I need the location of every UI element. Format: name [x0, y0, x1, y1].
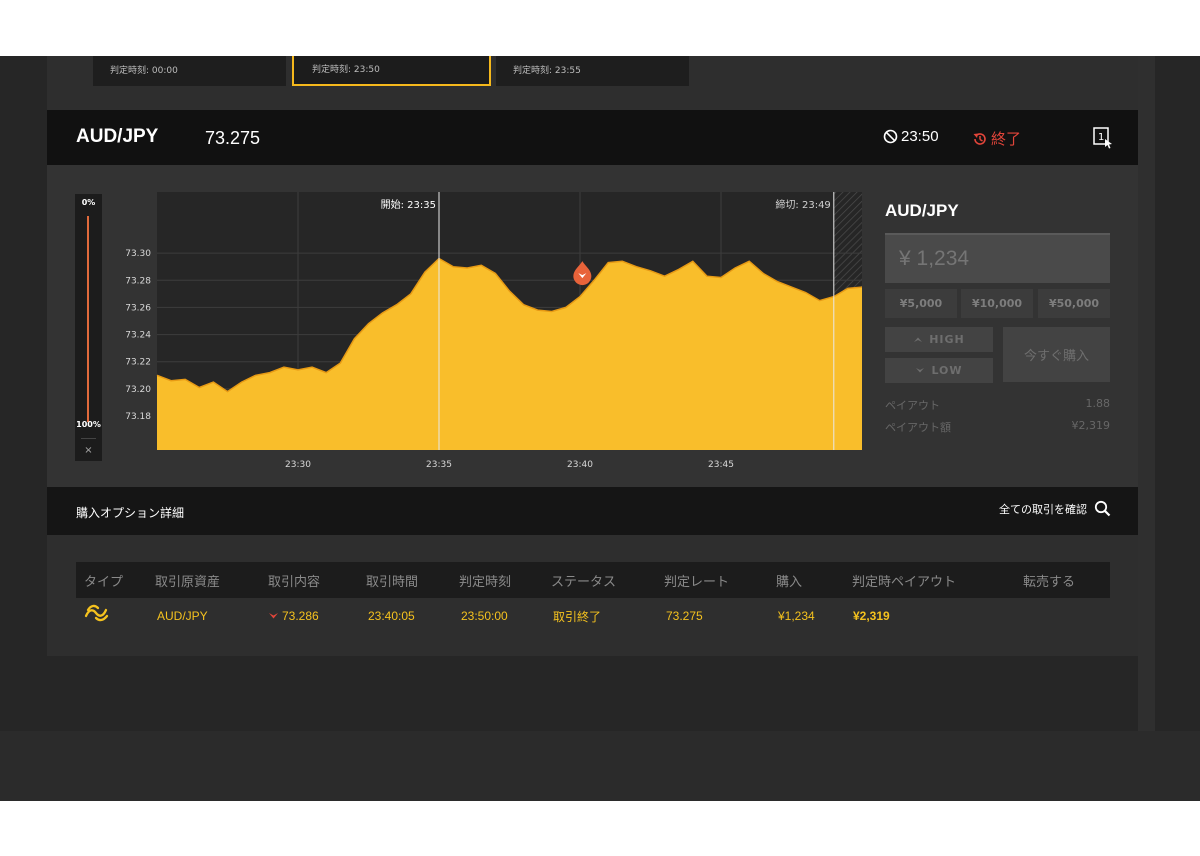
col-purchase: 購入 [776, 574, 803, 590]
progress-start-label: 0% [81, 198, 96, 207]
col-trade-time: 取引時間 [366, 574, 419, 590]
start-label: 開始: 23:35 [381, 198, 436, 211]
y-tick-label: 73.22 [125, 358, 151, 368]
purchase-details-bar: 購入オプション詳細 全ての取引を確認 [47, 487, 1138, 535]
y-tick-label: 73.28 [125, 276, 151, 286]
details-title: 購入オプション詳細 [76, 506, 185, 520]
col-status: ステータス [551, 574, 617, 590]
payout-amount-row: ペイアウト額 ¥2,319 [885, 419, 1110, 435]
progress-end-label: 100% [76, 420, 101, 429]
all-trades-link[interactable]: 全ての取引を確認 [999, 500, 1111, 517]
col-judge-rate: 判定レート [664, 574, 730, 590]
low-button[interactable]: LOW [885, 358, 993, 383]
low-arrow-icon [269, 613, 278, 619]
purchase-cell: ¥1,234 [778, 609, 815, 623]
x-tick-label: 23:30 [285, 460, 311, 470]
progress-divider [81, 438, 96, 439]
main-panel: 判定時刻: 00:00 判定時刻: 23:50 判定時刻: 23:55 AUD/… [47, 56, 1138, 656]
payout-row: ペイアウト 1.88 [885, 397, 1110, 413]
expiry-time: 23:50 [883, 128, 939, 145]
y-tick-label: 73.26 [125, 303, 151, 313]
payout-cell: ¥2,319 [853, 609, 890, 623]
trade-table: タイプ 取引原資産 取引内容 取引時間 判定時刻 ステータス 判定レート 購入 … [76, 562, 1110, 634]
history-icon [973, 132, 986, 145]
col-payout: 判定時ペイアウト [852, 574, 957, 590]
table-header: タイプ 取引原資産 取引内容 取引時間 判定時刻 ステータス 判定レート 購入 … [76, 562, 1110, 598]
amount-input[interactable] [885, 233, 1110, 283]
status-label: 終了 [991, 130, 1022, 148]
preset-5000-button[interactable]: ¥5,000 [885, 289, 957, 318]
progress-fill [87, 216, 89, 422]
timeslot-label: 判定時刻: 00:00 [110, 66, 178, 76]
x-tick-label: 23:35 [426, 460, 452, 470]
col-type: タイプ [84, 574, 124, 590]
time-progress-bar: 0% 100% × [75, 194, 102, 461]
trading-app: 判定時刻: 00:00 判定時刻: 23:50 判定時刻: 23:55 AUD/… [0, 56, 1200, 801]
chevron-down-icon [916, 368, 925, 373]
col-asset: 取引原資産 [155, 574, 221, 590]
y-tick-label: 73.20 [125, 385, 151, 395]
buy-now-button[interactable]: 今すぐ購入 [1003, 327, 1110, 382]
y-tick-label: 73.18 [125, 412, 151, 422]
timeslot-card-2350[interactable]: 判定時刻: 23:50 [292, 56, 491, 86]
trade-type-icon [84, 604, 109, 622]
judge-rate-cell: 73.275 [666, 609, 703, 623]
asset-title: AUD/JPY [76, 126, 159, 147]
col-trade: 取引内容 [268, 574, 321, 590]
expiry-value: 23:50 [901, 128, 939, 145]
trade-status: 終了 [972, 128, 1021, 149]
price-chart: 73.30 73.28 73.26 73.24 73.22 73.20 73.18 23:30… [125, 192, 862, 470]
status-cell: 取引終了 [553, 609, 602, 624]
search-icon [1094, 500, 1111, 517]
high-label: HIGH [929, 333, 965, 346]
timeslot-card-2355[interactable]: 判定時刻: 23:55 [496, 56, 689, 86]
y-tick-label: 73.30 [125, 249, 151, 259]
prohibited-clock-icon [883, 129, 898, 144]
footer-band [0, 731, 1200, 801]
table-row[interactable]: AUD/JPY 73.286 23:40:05 23:50:00 取引終了 73… [76, 598, 1110, 634]
trade-time-cell: 23:40:05 [368, 609, 415, 623]
timeslot-card-0000[interactable]: 判定時刻: 00:00 [93, 56, 286, 86]
asset-cell: AUD/JPY [157, 609, 208, 623]
high-button[interactable]: HIGH [885, 327, 993, 352]
one-click-icon: 1 [1093, 127, 1112, 149]
preset-10000-button[interactable]: ¥10,000 [961, 289, 1033, 318]
y-tick-label: 73.24 [125, 331, 151, 341]
payout-label: ペイアウト [885, 399, 940, 412]
one-click-toggle[interactable]: 1 [1093, 127, 1113, 153]
timeslot-label: 判定時刻: 23:50 [312, 65, 380, 75]
chart-section: 0% 100% × 73.30 73.28 73.26 73.24 73.22 73.20… [47, 165, 1138, 487]
payout-amount-value: ¥2,319 [1071, 419, 1111, 432]
cutoff-label: 締切: 23:49 [775, 198, 830, 211]
x-tick-label: 23:45 [708, 460, 734, 470]
asset-header: AUD/JPY 73.275 23:50 終了 1 [47, 110, 1138, 165]
payout-amount-label: ペイアウト額 [885, 421, 951, 434]
right-gutter [1138, 56, 1155, 731]
svg-text:1: 1 [1098, 132, 1104, 143]
progress-close-button[interactable]: × [75, 445, 102, 456]
type-cell [84, 604, 110, 625]
timeslot-label: 判定時刻: 23:55 [513, 66, 581, 76]
payout-value: 1.88 [1085, 397, 1111, 410]
col-judge-time: 判定時刻 [459, 574, 512, 590]
judge-time-cell: 23:50:00 [461, 609, 508, 623]
trade-cell: 73.286 [268, 609, 319, 623]
col-resell: 転売する [1023, 574, 1076, 590]
order-asset-title: AUD/JPY [885, 201, 959, 220]
current-rate: 73.275 [205, 128, 261, 148]
low-label: LOW [931, 364, 963, 377]
all-trades-label: 全ての取引を確認 [999, 502, 1087, 516]
preset-50000-button[interactable]: ¥50,000 [1038, 289, 1110, 318]
x-tick-label: 23:40 [567, 460, 593, 470]
chevron-up-icon [914, 337, 923, 342]
trade-value: 73.286 [282, 609, 319, 623]
